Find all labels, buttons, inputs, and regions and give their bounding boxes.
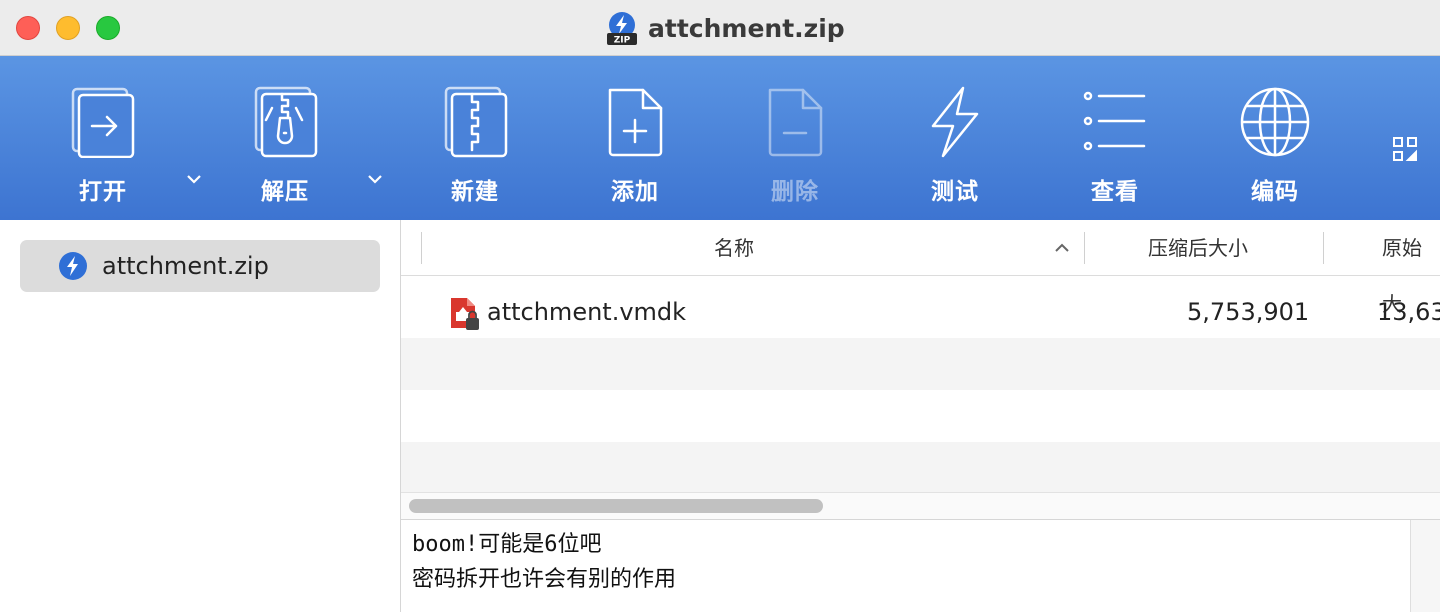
table-row[interactable]: attchment.vmdk 5,753,901 13,63 [401,286,1440,338]
test-button[interactable]: 测试 [895,86,1015,206]
sidebar-item-archive[interactable]: attchment.zip [20,240,380,292]
delete-button[interactable]: 删除 [735,86,855,206]
svg-text:ZIP: ZIP [614,36,631,46]
locked-vmdk-file-icon [451,298,479,330]
window-title-group: ZIP attchment.zip [606,0,845,56]
open-menu-chevron-icon[interactable] [186,174,202,184]
test-label: 测试 [931,179,979,205]
encoding-label: 编码 [1251,179,1299,205]
column-header-name[interactable]: 名称 [714,220,754,276]
extract-zip-icon [254,86,318,158]
new-label: 新建 [451,179,499,205]
new-archive-button[interactable]: 新建 [415,86,535,206]
layout-toggle-icon[interactable] [1392,136,1418,162]
empty-row [401,390,1440,442]
extract-button[interactable]: 解压 [225,86,345,206]
column-header-original-size[interactable]: 原始大 [1382,220,1440,316]
comment-vertical-scrollbar[interactable] [1410,520,1440,612]
window-title: attchment.zip [648,13,845,43]
zoom-window-button[interactable] [96,16,120,40]
file-list: 名称 压缩后大小 原始大 attchment.vmdk 5,753,901 13… [401,220,1440,520]
list-view-icon [1083,91,1146,151]
column-separator[interactable] [1084,232,1085,264]
column-separator[interactable] [1323,232,1324,264]
globe-icon [1240,87,1310,157]
archive-comment[interactable]: boom!可能是6位吧 密码拆开也许会有别的作用 [401,520,1411,612]
view-label: 查看 [1091,179,1139,205]
title-bar: ZIP attchment.zip [0,0,1440,56]
comment-line: 密码拆开也许会有别的作用 [412,567,677,592]
close-window-button[interactable] [16,16,40,40]
extract-menu-chevron-icon[interactable] [367,174,383,184]
delete-file-icon [768,88,823,157]
extract-label: 解压 [261,179,309,205]
open-file-icon [71,87,135,158]
view-button[interactable]: 查看 [1055,86,1175,206]
lightning-icon [931,86,979,158]
archive-app-icon [59,252,87,280]
sidebar-item-label: attchment.zip [102,252,269,280]
horizontal-scrollbar[interactable] [401,492,1440,520]
encoding-button[interactable]: 编码 [1215,86,1335,206]
column-header: 名称 压缩后大小 原始大 [401,220,1440,316]
open-label: 打开 [79,179,127,205]
empty-row [401,338,1440,390]
zip-archive-icon: ZIP [607,12,637,46]
file-original-size: 13,63 [1377,298,1440,326]
file-compressed-size: 5,753,901 [1187,298,1310,326]
comment-line: boom!可能是6位吧 [412,532,602,557]
column-header-compressed-size[interactable]: 压缩后大小 [1148,220,1248,276]
empty-row [401,442,1440,494]
add-label: 添加 [611,179,659,205]
column-separator [421,232,422,264]
open-button[interactable]: 打开 [43,86,163,206]
sidebar: attchment.zip [0,220,401,612]
sort-ascending-icon[interactable] [1055,243,1069,253]
new-zip-icon [444,86,508,158]
file-name: attchment.vmdk [487,298,687,326]
minimize-window-button[interactable] [56,16,80,40]
add-file-icon [608,88,663,157]
add-button[interactable]: 添加 [575,86,695,206]
delete-label: 删除 [771,179,819,205]
horizontal-scrollbar-thumb[interactable] [409,499,823,513]
toolbar: 打开 解压 新建 添加 删除 测试 查看 编码 [0,56,1440,220]
